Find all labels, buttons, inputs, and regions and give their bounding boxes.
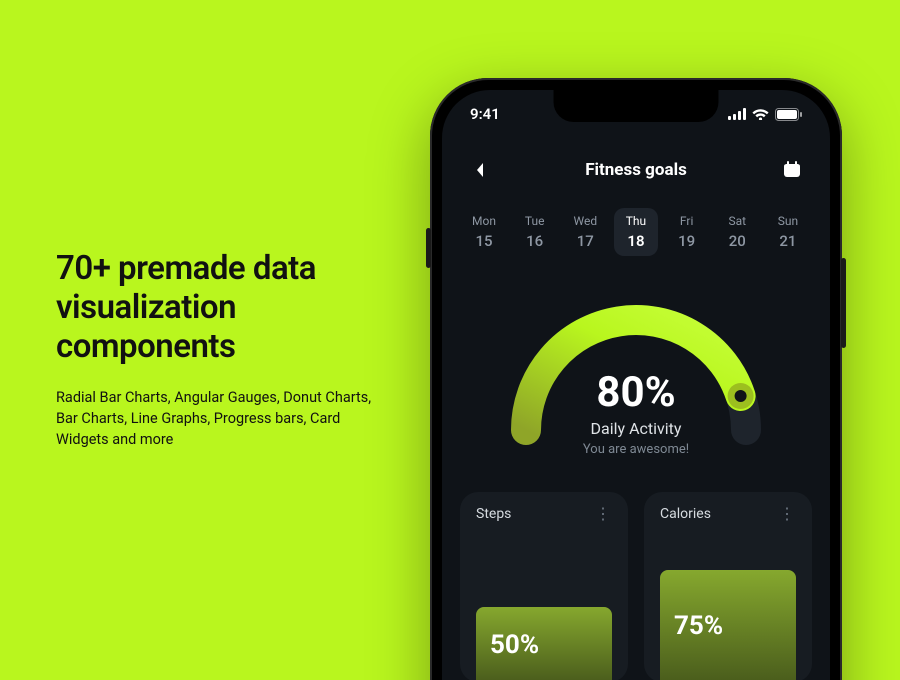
card-title: Calories bbox=[660, 506, 711, 522]
day-tue[interactable]: Tue 16 bbox=[513, 208, 557, 256]
steps-percent: 50% bbox=[490, 630, 539, 660]
day-label: Sun bbox=[766, 214, 810, 228]
gauge-subtitle: You are awesome! bbox=[442, 442, 830, 457]
day-selector: Mon 15 Tue 16 Wed 17 Thu 18 Fri 19 Sat 2… bbox=[442, 208, 830, 256]
steps-bar: 50% bbox=[476, 607, 612, 680]
gauge-percent: 80% bbox=[442, 368, 830, 417]
app-header: Fitness goals bbox=[442, 146, 830, 194]
calories-card[interactable]: Calories ⋮ 75% bbox=[644, 492, 812, 680]
dots-vertical-icon: ⋮ bbox=[779, 504, 796, 523]
page-title: Fitness goals bbox=[585, 160, 687, 180]
steps-card[interactable]: Steps ⋮ 50% bbox=[460, 492, 628, 680]
day-label: Tue bbox=[513, 214, 557, 228]
battery-icon bbox=[775, 108, 802, 121]
calories-bar: 75% bbox=[660, 570, 796, 680]
card-header: Calories ⋮ bbox=[660, 506, 796, 522]
status-time: 9:41 bbox=[470, 105, 500, 123]
day-fri[interactable]: Fri 19 bbox=[665, 208, 709, 256]
marketing-block: 70+ premade data visualization component… bbox=[56, 250, 396, 450]
day-label: Mon bbox=[462, 214, 506, 228]
phone-screen: 9:41 Fitness goals bbox=[442, 90, 830, 680]
phone-frame: 9:41 Fitness goals bbox=[430, 78, 842, 680]
calendar-icon bbox=[783, 161, 801, 179]
activity-gauge: 80% Daily Activity You are awesome! bbox=[442, 280, 830, 445]
calories-percent: 75% bbox=[674, 611, 723, 641]
dots-vertical-icon: ⋮ bbox=[595, 504, 612, 523]
stat-cards: Steps ⋮ 50% Calories ⋮ 75% bbox=[460, 492, 812, 680]
day-number: 17 bbox=[563, 232, 607, 250]
phone-notch bbox=[554, 90, 719, 122]
phone-side-button bbox=[841, 258, 846, 348]
day-thu[interactable]: Thu 18 bbox=[614, 208, 658, 256]
day-sat[interactable]: Sat 20 bbox=[715, 208, 759, 256]
day-number: 18 bbox=[614, 232, 658, 250]
gauge-title: Daily Activity bbox=[442, 419, 830, 438]
card-title: Steps bbox=[476, 506, 511, 522]
day-wed[interactable]: Wed 17 bbox=[563, 208, 607, 256]
phone-side-button bbox=[426, 228, 431, 268]
back-icon bbox=[474, 162, 486, 178]
day-number: 19 bbox=[665, 232, 709, 250]
day-label: Sat bbox=[715, 214, 759, 228]
card-menu-button[interactable]: ⋮ bbox=[779, 506, 796, 522]
marketing-headline: 70+ premade data visualization component… bbox=[56, 250, 396, 367]
day-label: Thu bbox=[614, 214, 658, 228]
day-number: 21 bbox=[766, 232, 810, 250]
card-header: Steps ⋮ bbox=[476, 506, 612, 522]
gauge-labels: 80% Daily Activity You are awesome! bbox=[442, 368, 830, 457]
day-label: Fri bbox=[665, 214, 709, 228]
cellular-signal-icon bbox=[728, 108, 746, 120]
day-label: Wed bbox=[563, 214, 607, 228]
status-right bbox=[728, 108, 802, 121]
wifi-icon bbox=[752, 108, 769, 120]
marketing-subtext: Radial Bar Charts, Angular Gauges, Donut… bbox=[56, 387, 396, 450]
day-number: 16 bbox=[513, 232, 557, 250]
back-button[interactable] bbox=[466, 156, 494, 184]
day-number: 15 bbox=[462, 232, 506, 250]
calendar-button[interactable] bbox=[778, 156, 806, 184]
day-number: 20 bbox=[715, 232, 759, 250]
day-mon[interactable]: Mon 15 bbox=[462, 208, 506, 256]
card-menu-button[interactable]: ⋮ bbox=[595, 506, 612, 522]
day-sun[interactable]: Sun 21 bbox=[766, 208, 810, 256]
